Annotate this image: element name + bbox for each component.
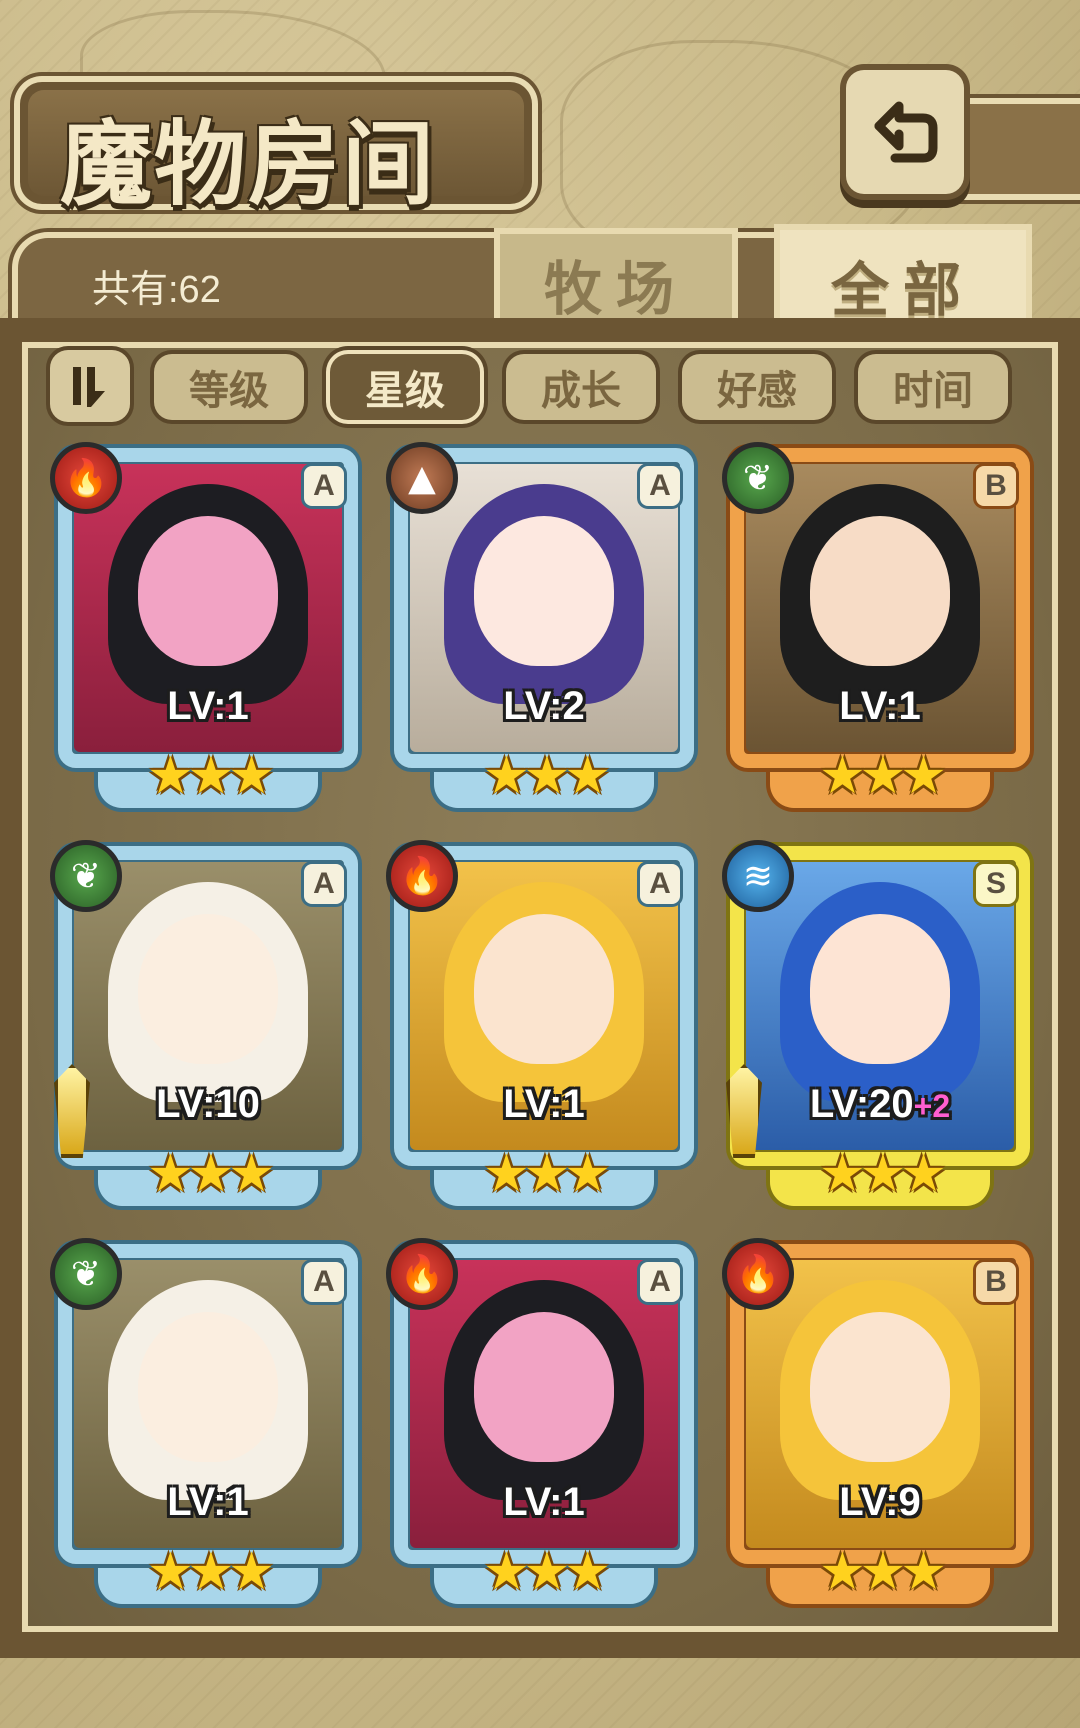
monster-face xyxy=(474,913,614,1064)
fire-icon: 🔥 xyxy=(722,1238,794,1310)
sort-order-icon xyxy=(73,367,105,407)
rank-badge: B xyxy=(976,466,1016,506)
star-rating: ★★★ xyxy=(819,1144,947,1204)
monster-face xyxy=(138,515,278,666)
monster-face xyxy=(474,515,614,666)
level-label: LV:9 xyxy=(839,1480,921,1524)
page-title: 魔物房间 xyxy=(60,110,437,218)
rank-badge: A xyxy=(304,864,344,904)
monster-face xyxy=(138,913,278,1064)
sort-level-button[interactable]: 等级 xyxy=(154,354,304,420)
star-rating: ★★★ xyxy=(147,746,275,806)
star-rating: ★★★ xyxy=(483,1542,611,1602)
monster-card[interactable]: A 🔥 LV:1 ★★★ xyxy=(50,442,358,818)
level-label: LV:1 xyxy=(503,1480,585,1524)
back-button[interactable] xyxy=(846,70,964,194)
water-icon: ≋ xyxy=(722,840,794,912)
monster-face xyxy=(810,913,950,1064)
star-rating: ★★★ xyxy=(819,1542,947,1602)
level-label: LV:10 xyxy=(156,1082,260,1126)
monster-card[interactable]: B ❦ LV:1 ★★★ xyxy=(722,442,1030,818)
monster-card[interactable]: A 🔥 LV:1 ★★★ xyxy=(386,840,694,1216)
level-bonus: +2 xyxy=(913,1088,951,1124)
sort-stars-button[interactable]: 星级 xyxy=(330,354,480,420)
monster-face xyxy=(810,515,950,666)
sort-order-toggle[interactable] xyxy=(50,350,130,422)
title-banner: 魔物房间 xyxy=(20,82,532,218)
rank-badge: A xyxy=(304,1262,344,1302)
star-rating: ★★★ xyxy=(147,1144,275,1204)
rank-badge: A xyxy=(640,466,680,506)
back-arrow-icon xyxy=(874,101,938,163)
sort-affection-button[interactable]: 好感 xyxy=(682,354,832,420)
header-bar-right xyxy=(960,104,1080,194)
star-rating: ★★★ xyxy=(483,1144,611,1204)
rank-badge: S xyxy=(976,864,1016,904)
monster-card[interactable]: A ❦ LV:10 ★★★ xyxy=(50,840,358,1216)
star-rating: ★★★ xyxy=(483,746,611,806)
monster-card[interactable]: A 🔥 LV:1 ★★★ xyxy=(386,1238,694,1614)
sort-time-button[interactable]: 时间 xyxy=(858,354,1008,420)
leaf-icon: ❦ xyxy=(722,442,794,514)
rank-badge: A xyxy=(640,1262,680,1302)
level-label: LV:2 xyxy=(503,684,585,728)
level-label: LV:1 xyxy=(503,1082,585,1126)
star-rating: ★★★ xyxy=(147,1542,275,1602)
monster-card[interactable]: S ≋ LV:20+2 ★★★ xyxy=(722,840,1030,1216)
sort-growth-button[interactable]: 成长 xyxy=(506,354,656,420)
earth-icon: ▲ xyxy=(386,442,458,514)
level-label: LV:20+2 xyxy=(809,1082,951,1126)
rank-badge: B xyxy=(976,1262,1016,1302)
level-label: LV:1 xyxy=(167,1480,249,1524)
level-label: LV:1 xyxy=(167,684,249,728)
leaf-icon: ❦ xyxy=(50,1238,122,1310)
monster-card[interactable]: B 🔥 LV:9 ★★★ xyxy=(722,1238,1030,1614)
monster-count: 共有:62 xyxy=(92,269,221,311)
fire-icon: 🔥 xyxy=(50,442,122,514)
rank-badge: A xyxy=(640,864,680,904)
leaf-icon: ❦ xyxy=(50,840,122,912)
level-label: LV:1 xyxy=(839,684,921,728)
monster-card[interactable]: A ❦ LV:1 ★★★ xyxy=(50,1238,358,1614)
monster-face xyxy=(474,1311,614,1462)
monster-face xyxy=(138,1311,278,1462)
monster-face xyxy=(810,1311,950,1462)
fire-icon: 🔥 xyxy=(386,1238,458,1310)
star-rating: ★★★ xyxy=(819,746,947,806)
monster-card[interactable]: A ▲ LV:2 ★★★ xyxy=(386,442,694,818)
rank-badge: A xyxy=(304,466,344,506)
fire-icon: 🔥 xyxy=(386,840,458,912)
